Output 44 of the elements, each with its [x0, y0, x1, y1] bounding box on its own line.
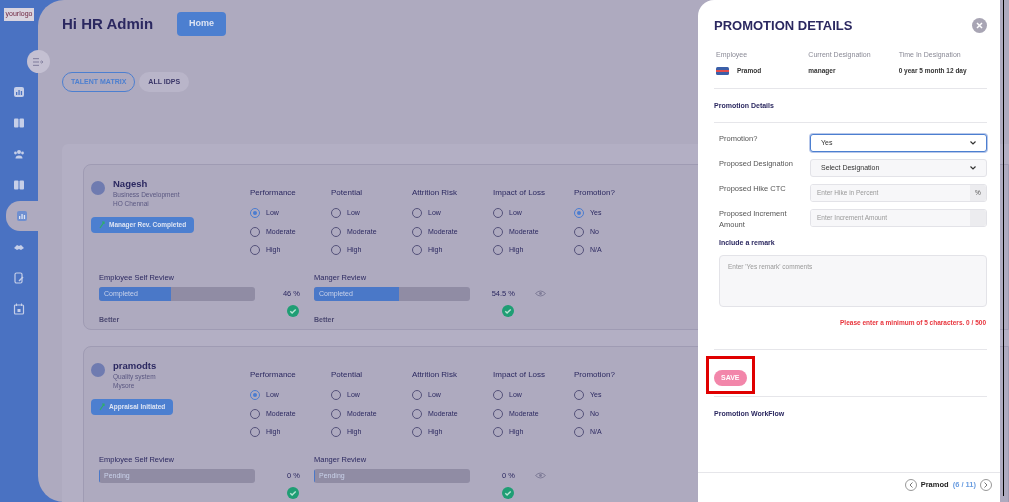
arrow-icon [99, 402, 105, 411]
sidebar-item[interactable] [6, 200, 38, 231]
close-icon [976, 22, 983, 30]
eye-icon[interactable] [535, 471, 546, 479]
eye-icon[interactable] [535, 289, 546, 297]
menu-toggle-button[interactable] [27, 50, 50, 73]
book-icon [13, 178, 25, 191]
caret-icon [970, 166, 976, 171]
rating-heading: Promotion? [574, 369, 616, 381]
book-icon [13, 116, 25, 129]
rating-heading: Potential [331, 369, 364, 381]
rating-heading: Impact of Loss [493, 369, 547, 381]
menu-icon [33, 57, 44, 66]
chart-icon [13, 85, 25, 98]
card-icon [716, 66, 729, 75]
home-button[interactable]: Home [177, 12, 227, 36]
page-greeting: Hi HR Admin [62, 13, 154, 34]
document-icon [13, 271, 25, 284]
chart-icon [16, 209, 28, 222]
rating-heading: Attrition Risk [412, 369, 458, 381]
check-circle-icon [502, 486, 514, 499]
check-circle-icon [502, 304, 514, 317]
chevron-left-icon [908, 482, 913, 488]
caret-icon [970, 141, 976, 146]
rating-heading: Promotion? [574, 187, 616, 199]
drawer-title: PROMOTION DETAILS [714, 17, 853, 35]
calendar-icon [13, 302, 25, 315]
check-circle-icon [287, 486, 299, 499]
employee-name: Nagesh [113, 177, 149, 191]
rating-heading: Attrition Risk [412, 187, 458, 199]
avatar [91, 363, 105, 377]
rating-heading: Performance [250, 187, 297, 199]
chevron-right-icon [984, 482, 988, 488]
check-circle-icon [287, 304, 299, 317]
avatar [91, 181, 105, 195]
rating-heading: Potential [331, 187, 364, 199]
rating-heading: Impact of Loss [493, 187, 547, 199]
arrow-icon [99, 220, 105, 229]
rating-heading: Performance [250, 369, 297, 381]
employee-name: pramodts [113, 359, 157, 373]
previous-button[interactable] [904, 479, 917, 491]
close-button[interactable] [972, 18, 987, 34]
people-icon [13, 147, 25, 160]
next-button[interactable] [980, 479, 992, 491]
